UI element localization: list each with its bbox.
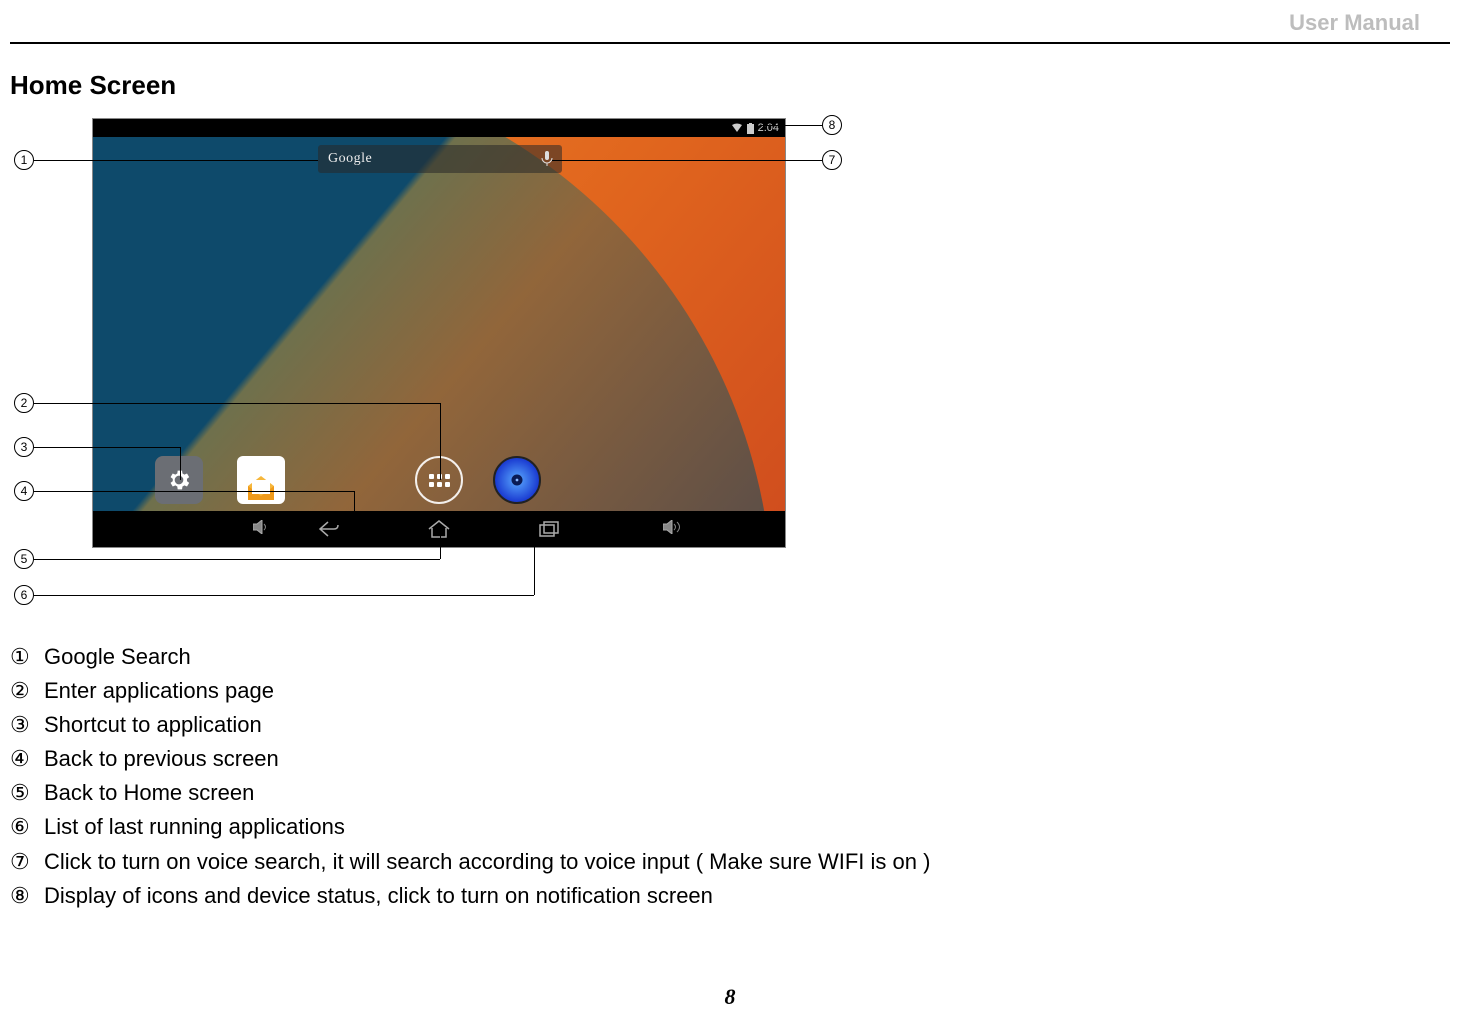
- home-button[interactable]: [421, 520, 457, 538]
- callout-6: 6: [14, 585, 34, 605]
- volume-up-icon[interactable]: [663, 520, 685, 539]
- callout-8: 8: [822, 115, 842, 135]
- page-number: 8: [0, 984, 1460, 1010]
- callout-7: 7: [822, 150, 842, 170]
- leader-line: [760, 125, 822, 126]
- legend-item: ⑥List of last running applications: [10, 810, 930, 844]
- settings-app-icon[interactable]: [155, 456, 203, 504]
- battery-icon: [747, 123, 754, 134]
- leader-line: [34, 403, 440, 404]
- legend-item: ⑤Back to Home screen: [10, 776, 930, 810]
- callout-1: 1: [14, 150, 34, 170]
- legend-item: ④Back to previous screen: [10, 742, 930, 776]
- header-divider: [10, 42, 1450, 44]
- leader-line: [34, 447, 180, 448]
- email-app-icon[interactable]: [237, 456, 285, 504]
- google-search-bar[interactable]: Google: [318, 145, 562, 173]
- callout-4: 4: [14, 481, 34, 501]
- legend-item: ⑦Click to turn on voice search, it will …: [10, 845, 930, 879]
- legend-item: ⑧Display of icons and device status, cli…: [10, 879, 930, 913]
- leader-line: [354, 491, 355, 531]
- leader-line: [34, 160, 318, 161]
- leader-line: [552, 160, 822, 161]
- leader-line: [34, 491, 354, 492]
- leader-line: [180, 447, 181, 480]
- legend-item: ②Enter applications page: [10, 674, 930, 708]
- leader-line: [534, 535, 535, 595]
- leader-line: [440, 535, 441, 559]
- legend-item: ①Google Search: [10, 640, 930, 674]
- voice-search-icon[interactable]: [532, 151, 562, 167]
- music-app-icon[interactable]: [493, 456, 541, 504]
- section-title: Home Screen: [10, 70, 176, 101]
- callout-5: 5: [14, 549, 34, 569]
- legend-list: ①Google Search ②Enter applications page …: [10, 640, 930, 913]
- leader-line: [34, 595, 534, 596]
- callout-3: 3: [14, 437, 34, 457]
- device-screenshot: 2:04 Google: [92, 118, 786, 548]
- leader-line: [34, 559, 440, 560]
- back-button[interactable]: [311, 520, 347, 538]
- recent-apps-button[interactable]: [531, 521, 567, 537]
- volume-down-icon[interactable]: [253, 520, 271, 539]
- leader-line: [440, 403, 441, 480]
- all-apps-button[interactable]: [415, 456, 463, 504]
- google-logo-text: Google: [318, 151, 372, 167]
- wifi-icon: [731, 123, 743, 133]
- apps-grid-icon: [429, 474, 450, 487]
- callout-2: 2: [14, 393, 34, 413]
- legend-item: ③Shortcut to application: [10, 708, 930, 742]
- system-nav-bar: [93, 511, 785, 547]
- header-label: User Manual: [1289, 10, 1420, 36]
- home-dock: [93, 449, 785, 511]
- status-bar[interactable]: 2:04: [93, 119, 785, 137]
- status-time: 2:04: [758, 122, 779, 134]
